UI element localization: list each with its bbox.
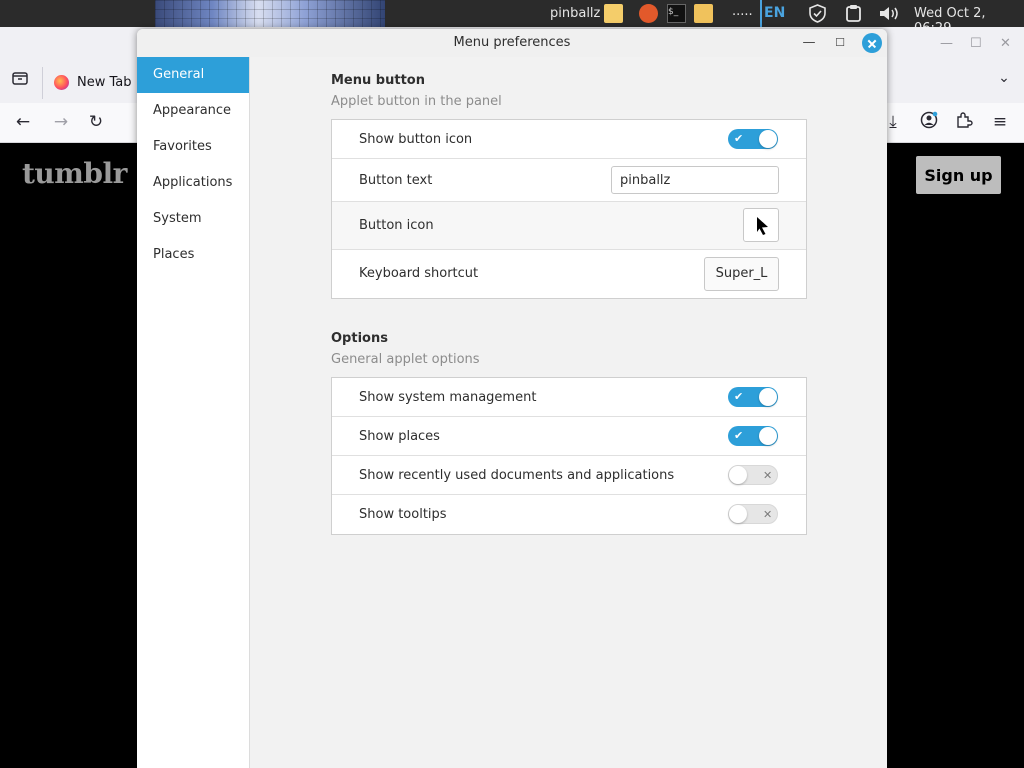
tab-separator <box>42 67 43 99</box>
clipboard-icon[interactable] <box>844 4 863 23</box>
button-text-input[interactable] <box>611 166 779 194</box>
firefox-icon[interactable] <box>639 4 658 23</box>
volume-icon[interactable] <box>878 4 898 23</box>
back-icon[interactable]: ← <box>12 111 34 133</box>
tab-label: New Tab <box>77 74 132 90</box>
menu-button-section-title: Menu button <box>331 73 425 88</box>
minimize-icon[interactable]: — <box>799 33 819 53</box>
keyboard-layout[interactable]: EN <box>764 5 785 21</box>
maximize-icon[interactable]: ☐ <box>970 36 982 51</box>
preferences-content: Menu button Applet button in the panel S… <box>251 57 887 768</box>
cursor-arrow-icon <box>757 217 768 235</box>
dialog-titlebar[interactable]: Menu preferences — ☐ <box>137 29 887 57</box>
shield-icon[interactable] <box>808 4 827 23</box>
list-tabs-chevron-icon[interactable]: ⌄ <box>993 67 1015 89</box>
show-button-icon-toggle[interactable]: ✔ <box>728 129 778 149</box>
extensions-icon[interactable] <box>953 111 975 133</box>
dialog-title: Menu preferences <box>453 35 571 50</box>
show-recent-docs-toggle[interactable]: ✕ <box>728 465 778 485</box>
menu-preferences-dialog: Menu preferences — ☐ General Appearance … <box>137 29 887 768</box>
options-settings: Show system management ✔ Show places ✔ S… <box>331 377 807 535</box>
window-thumbnail[interactable] <box>155 0 385 27</box>
sidebar-item-favorites[interactable]: Favorites <box>137 129 249 165</box>
signup-button[interactable]: Sign up <box>916 156 1001 194</box>
menu-icon[interactable]: ≡ <box>989 111 1011 133</box>
show-places-toggle[interactable]: ✔ <box>728 426 778 446</box>
options-section-subtitle: General applet options <box>331 352 480 367</box>
button-icon-label: Button icon <box>359 218 434 233</box>
preferences-sidebar: General Appearance Favorites Application… <box>137 57 250 768</box>
menu-button-section-subtitle: Applet button in the panel <box>331 94 502 109</box>
folder-icon[interactable] <box>694 4 713 23</box>
sidebar-item-system[interactable]: System <box>137 201 249 237</box>
x-icon: ✕ <box>763 469 773 482</box>
tab-overview-icon[interactable] <box>9 69 31 91</box>
setting-row: Show places ✔ <box>332 417 806 456</box>
forward-icon[interactable]: → <box>50 111 72 133</box>
setting-row: Show button icon ✔ <box>332 120 806 159</box>
show-places-label: Show places <box>359 429 440 444</box>
button-text-label: Button text <box>359 173 433 188</box>
panel-separator <box>760 0 762 27</box>
sidebar-item-places[interactable]: Places <box>137 237 249 273</box>
close-icon[interactable]: ✕ <box>1000 36 1011 51</box>
show-button-icon-label: Show button icon <box>359 132 473 147</box>
show-system-management-label: Show system management <box>359 390 537 405</box>
show-system-management-toggle[interactable]: ✔ <box>728 387 778 407</box>
minimize-icon[interactable]: — <box>940 36 953 51</box>
menu-button-settings: Show button icon ✔ Button text Button ic… <box>331 119 807 299</box>
top-panel: pinballz $_ ..... EN Wed Oct 2, 06:29 <box>0 0 1024 36</box>
setting-row: Show recently used documents and applica… <box>332 456 806 495</box>
button-icon-chooser[interactable] <box>743 208 779 242</box>
terminal-icon[interactable]: $_ <box>667 4 686 23</box>
account-icon[interactable] <box>918 111 940 133</box>
show-tooltips-label: Show tooltips <box>359 507 447 522</box>
panel-dots: ..... <box>732 4 753 19</box>
keyboard-shortcut-label: Keyboard shortcut <box>359 266 479 281</box>
check-icon: ✔ <box>734 132 744 145</box>
sidebar-item-applications[interactable]: Applications <box>137 165 249 201</box>
firefox-tab-icon <box>54 74 69 90</box>
show-recent-docs-label: Show recently used documents and applica… <box>359 468 675 483</box>
keyboard-shortcut-button[interactable]: Super_L <box>704 257 779 291</box>
note-icon[interactable] <box>604 4 623 23</box>
setting-row: Button text <box>332 159 806 202</box>
setting-row: Show tooltips ✕ <box>332 495 806 534</box>
options-section-title: Options <box>331 331 388 346</box>
reload-icon[interactable]: ↻ <box>85 111 107 133</box>
setting-row: Show system management ✔ <box>332 378 806 417</box>
check-icon: ✔ <box>734 390 744 403</box>
maximize-icon[interactable]: ☐ <box>830 33 850 53</box>
sidebar-item-appearance[interactable]: Appearance <box>137 93 249 129</box>
x-icon: ✕ <box>763 508 773 521</box>
panel-username: pinballz <box>550 6 601 21</box>
tab-new-tab[interactable]: New Tab <box>44 67 142 97</box>
close-icon[interactable] <box>862 33 882 53</box>
check-icon: ✔ <box>734 429 744 442</box>
show-tooltips-toggle[interactable]: ✕ <box>728 504 778 524</box>
setting-row: Keyboard shortcut Super_L <box>332 250 806 298</box>
tumblr-logo[interactable]: tumblr <box>22 157 127 190</box>
setting-row: Button icon <box>332 202 806 250</box>
sidebar-item-general[interactable]: General <box>137 57 249 93</box>
